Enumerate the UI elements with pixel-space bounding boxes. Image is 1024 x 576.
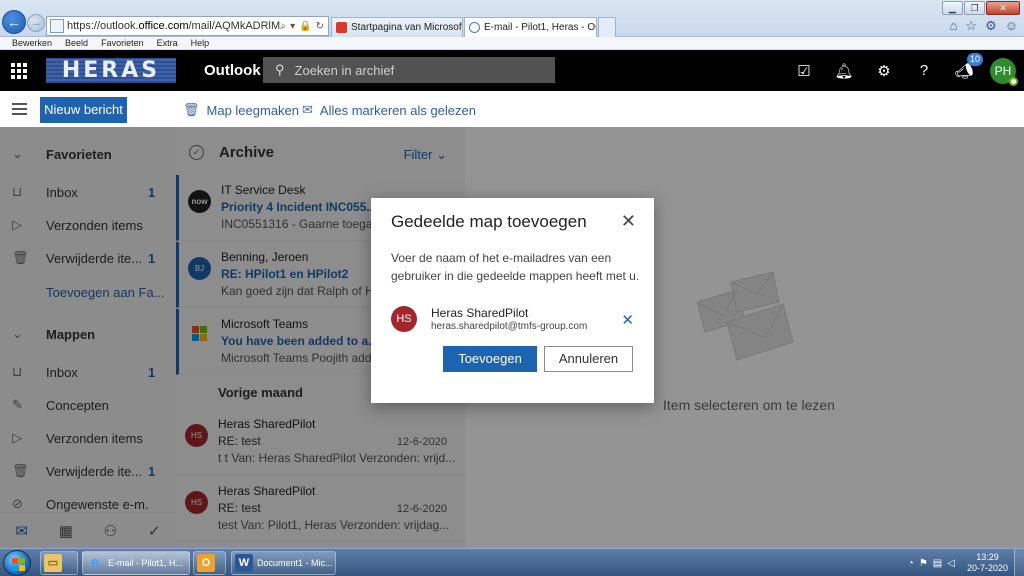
add-button[interactable]: Toevoegen (443, 346, 537, 372)
menu-extra[interactable]: Extra (157, 37, 178, 49)
remove-person-icon[interactable]: ✕ (621, 311, 634, 329)
command-bar: Nieuw bericht 🗑︎ Map leegmaken ✉ Alles m… (0, 91, 1024, 127)
home-icon[interactable]: ⌂ (950, 18, 958, 34)
show-desktop-button[interactable] (1014, 549, 1024, 576)
user-avatar[interactable]: PH (990, 57, 1018, 86)
internet-explorer-icon: e (90, 554, 100, 571)
search-input[interactable]: ⚲ Zoeken in archief (263, 57, 555, 83)
app-name[interactable]: Outlook (204, 62, 261, 79)
minimize-button[interactable]: ▁ (942, 1, 963, 15)
new-message-button[interactable]: Nieuw bericht (40, 97, 127, 123)
refresh-icon[interactable]: ↻ (316, 21, 324, 32)
person-name: Heras SharedPilot (431, 306, 529, 320)
outlook-icon: O (197, 554, 215, 572)
word-icon: W (235, 554, 253, 572)
maximize-button[interactable]: ❐ (964, 1, 985, 15)
my-day-icon[interactable]: ☑ (784, 62, 824, 80)
add-shared-folder-dialog: Gedeelde map toevoegen ✕ Voer de naam of… (371, 198, 654, 403)
search-icon[interactable]: ⌕ (281, 21, 287, 32)
app-launcher-icon[interactable] (11, 63, 27, 79)
windows-taskbar: ▭ e E-mail - Pilot1, H... O W Document1 … (0, 548, 1024, 576)
smiley-icon[interactable]: ☺ (1005, 18, 1018, 34)
outlook-header: HERAS Outlook ⚲ Zoeken in archief ☑ 🔔︎ ⚙… (0, 50, 1024, 91)
office-icon (336, 22, 347, 33)
start-button[interactable] (3, 550, 31, 576)
help-icon[interactable]: ? (904, 62, 944, 79)
system-tray: ◔ ⚑ ▤ ◁ 13:29 20-7-2020 (908, 549, 1024, 576)
address-url[interactable]: https://outlook.office.com/mail/AQMkADRl… (67, 20, 281, 32)
back-button[interactable]: ← (2, 10, 26, 34)
mark-all-read-button[interactable]: ✉ Alles markeren als gelezen (302, 102, 476, 118)
taskbar-outlook[interactable]: O (193, 551, 226, 575)
dialog-title: Gedeelde map toevoegen (391, 212, 587, 231)
search-placeholder: Zoeken in archief (294, 62, 395, 78)
envelope-open-icon: ✉ (302, 102, 313, 117)
person-email: heras.sharedpilot@tmfs-group.com (431, 321, 588, 332)
clock[interactable]: 13:29 20-7-2020 (967, 552, 1008, 574)
page-icon (50, 19, 64, 33)
trash-icon: 🗑︎ (183, 102, 200, 117)
tray-flag-icon[interactable]: ⚑ (919, 558, 928, 569)
folder-icon: ▭ (44, 554, 62, 572)
tools-gear-icon[interactable]: ⚙ (985, 18, 997, 34)
megaphone-icon[interactable]: 📣︎ 10 (944, 52, 984, 80)
heras-logo: HERAS (46, 58, 176, 83)
bell-icon[interactable]: 🔔︎ (824, 62, 864, 80)
forward-button[interactable]: → (27, 14, 45, 32)
hamburger-menu-icon[interactable] (12, 103, 27, 118)
menu-favorieten[interactable]: Favorieten (101, 37, 144, 49)
taskbar-word-window[interactable]: W Document1 - Mic... (231, 551, 336, 575)
new-tab-button[interactable] (598, 17, 616, 37)
tab-startpagina[interactable]: Startpagina van Microsoft Offi... (331, 17, 463, 37)
avatar: HS (391, 306, 417, 332)
menu-bar: Bewerken Beeld Favorieten Extra Help (0, 37, 1024, 50)
presence-indicator (1009, 76, 1018, 86)
close-window-button[interactable]: ✕ (986, 1, 1020, 15)
ie-page-icon (469, 22, 480, 33)
taskbar-explorer[interactable]: ▭ (40, 551, 78, 575)
lock-icon[interactable]: 🔒 (299, 21, 311, 32)
dropdown-icon[interactable]: ▾ (290, 21, 295, 32)
dialog-description: Voer de naam of het e-mailadres van een … (391, 251, 640, 283)
search-icon: ⚲ (275, 62, 285, 77)
cancel-button[interactable]: Annuleren (544, 346, 633, 372)
close-icon[interactable]: ✕ (621, 212, 636, 230)
tray-app-icon[interactable]: ◔ (908, 558, 914, 569)
selected-person: HS Heras SharedPilot heras.sharedpilot@t… (391, 305, 636, 335)
tray-network-icon[interactable]: ▤ (933, 558, 942, 569)
favorites-star-icon[interactable]: ☆ (965, 18, 977, 34)
address-bar[interactable]: https://outlook.office.com/mail/AQMkADRl… (46, 16, 329, 36)
tray-volume-icon[interactable]: ◁ (947, 558, 955, 569)
tab-outlook[interactable]: E-mail - Pilot1, Heras - Outl... × (464, 17, 597, 37)
menu-beeld[interactable]: Beeld (65, 37, 88, 49)
notification-badge: 10 (967, 52, 983, 66)
settings-gear-icon[interactable]: ⚙ (864, 62, 904, 80)
browser-toolbar: ← → https://outlook.office.com/mail/AQMk… (0, 0, 1024, 37)
taskbar-ie-window[interactable]: e E-mail - Pilot1, H... (82, 551, 190, 575)
menu-bewerken[interactable]: Bewerken (12, 37, 52, 49)
menu-help[interactable]: Help (191, 37, 210, 49)
empty-folder-button[interactable]: 🗑︎ Map leegmaken (183, 102, 299, 118)
